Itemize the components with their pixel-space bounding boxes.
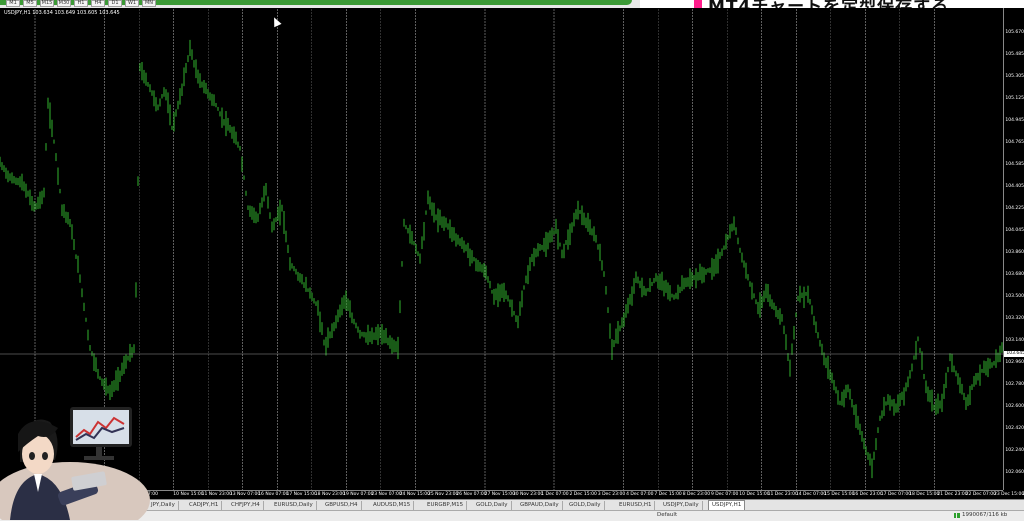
timeframe-button-w1[interactable]: W1 bbox=[125, 0, 139, 7]
chart-tab[interactable]: JPY,Daily bbox=[148, 501, 179, 510]
chart-symbol-info: USDJPY,H1 103.634 103.649 103.605 103.64… bbox=[4, 10, 120, 16]
chart-tab[interactable]: EURGBP,M15 bbox=[424, 501, 468, 510]
chart-tab[interactable]: USDJPY,Daily bbox=[660, 501, 703, 510]
price-tick-label: 103.320 bbox=[1005, 316, 1024, 321]
time-tick-label: 24 Nov 15:00 bbox=[399, 492, 431, 497]
timeframe-button-h4[interactable]: H4 bbox=[91, 0, 105, 7]
time-tick-label: 10 Nov 15:00 bbox=[173, 492, 204, 497]
price-tick-label: 102.420 bbox=[1005, 426, 1024, 431]
timeframe-button-m15[interactable]: M15 bbox=[40, 0, 54, 7]
time-tick-label: 22 Dec 07:00 bbox=[965, 492, 996, 497]
price-tick-label: 104.045 bbox=[1005, 228, 1024, 233]
time-tick-label: 16 Dec 23:00 bbox=[852, 492, 883, 497]
profile-status: Default bbox=[657, 512, 678, 518]
price-tick-label: 103.680 bbox=[1005, 272, 1024, 277]
time-tick-label: 15 Dec 15:00 bbox=[824, 492, 855, 497]
price-scale[interactable]: 105.670 105.485 105.305 105.125 104.945 104.7… bbox=[1003, 8, 1024, 490]
timeframe-button-m1[interactable]: M1 bbox=[6, 0, 20, 7]
price-tick-label: 103.140 bbox=[1005, 338, 1024, 343]
connection-icon bbox=[954, 513, 960, 518]
timeframe-button-h1[interactable]: H1 bbox=[74, 0, 88, 7]
price-tick-label: 102.600 bbox=[1005, 404, 1024, 409]
time-tick-label: 30 Nov 23:00 bbox=[512, 492, 544, 497]
time-tick-label: 1 Dec 07:00 bbox=[541, 492, 569, 497]
price-tick-label: 102.240 bbox=[1005, 448, 1024, 453]
time-tick-label: 19 Nov 07:00 bbox=[343, 492, 374, 497]
price-tick-label: 102.060 bbox=[1005, 470, 1024, 475]
price-tick-label: 105.485 bbox=[1005, 52, 1024, 57]
price-tick-label: 103.500 bbox=[1005, 294, 1024, 299]
time-tick-label: 18 Nov 23:00 bbox=[314, 492, 346, 497]
time-tick-label: 17 Nov 15:00 bbox=[286, 492, 317, 497]
chart-tab[interactable]: EURUSD,H1 bbox=[616, 501, 656, 510]
time-tick-label: 27 Nov 15:00 bbox=[484, 492, 515, 497]
time-tick-label: 11 Nov 23:00 bbox=[201, 492, 232, 497]
time-tick-label: 10 Dec 15:00 bbox=[739, 492, 770, 497]
chart-tab[interactable]: CHFJPY,H4 bbox=[228, 501, 264, 510]
time-tick-label: 16 Nov 07:00 bbox=[258, 492, 289, 497]
price-tick-label: 105.305 bbox=[1005, 74, 1024, 79]
time-tick-label: 7 Dec 15:00 bbox=[654, 492, 682, 497]
time-tick-label: 18 Dec 15:00 bbox=[909, 492, 940, 497]
time-tick-label: 11 Dec 23:00 bbox=[767, 492, 798, 497]
connection-status: 1990067/116 kb bbox=[962, 512, 1008, 518]
time-tick-label: 13 Nov 07:00 bbox=[229, 492, 261, 497]
price-tick-label: 105.670 bbox=[1005, 30, 1024, 35]
time-tick-label: 4 Dec 07:00 bbox=[626, 492, 654, 497]
price-tick-label: 104.765 bbox=[1005, 140, 1024, 145]
timeframe-buttons: M1 M5 M15 M30 H1 H4 D1 W1 MN bbox=[6, 0, 156, 8]
chart-tab[interactable]: CADJPY,H1 bbox=[186, 501, 223, 510]
price-tick-label: 103.860 bbox=[1005, 250, 1024, 255]
chart-tab[interactable]: GBPUSD,H4 bbox=[322, 501, 362, 510]
time-tick-label: 23 Nov 07:00 bbox=[371, 492, 402, 497]
time-tick-label: 23 Dec 15:00 bbox=[994, 492, 1024, 497]
price-tick-label: 104.225 bbox=[1005, 206, 1024, 211]
time-tick-label: 2 Dec 15:00 bbox=[569, 492, 597, 497]
price-tick-label: 102.780 bbox=[1005, 382, 1024, 387]
time-tick-label: 21 Dec 23:00 bbox=[937, 492, 968, 497]
timeframe-button-m30[interactable]: M30 bbox=[57, 0, 71, 7]
time-tick-label: 26 Nov 07:00 bbox=[456, 492, 487, 497]
time-tick-label: 3 Dec 23:00 bbox=[597, 492, 626, 497]
timeframe-button-mn[interactable]: MN bbox=[142, 0, 156, 7]
timeframe-button-d1[interactable]: D1 bbox=[108, 0, 122, 7]
time-tick-label: 17 Dec 07:00 bbox=[880, 492, 912, 497]
presenter-avatar bbox=[0, 407, 150, 520]
chart-tab[interactable]: AUDUSD,M15 bbox=[370, 501, 415, 510]
chart-tab[interactable]: GOLD,Daily bbox=[566, 501, 605, 510]
time-tick-label: 14 Dec 07:00 bbox=[795, 492, 827, 497]
current-price-label: 103.645 bbox=[1004, 351, 1024, 357]
price-tick-label: 105.125 bbox=[1005, 96, 1024, 101]
status-bar: Default 1990067/116 kb bbox=[0, 510, 1024, 521]
chart-tab[interactable]: EURUSD,Daily bbox=[271, 501, 317, 510]
time-tick-label: 25 Nov 23:00 bbox=[428, 492, 459, 497]
price-chart[interactable] bbox=[0, 8, 1003, 490]
timeframe-button-m5[interactable]: M5 bbox=[23, 0, 37, 7]
price-tick-label: 104.585 bbox=[1005, 162, 1024, 167]
price-tick-label: 104.945 bbox=[1005, 118, 1024, 123]
time-tick-label: 9 Dec 07:00 bbox=[711, 492, 739, 497]
price-tick-label: 104.405 bbox=[1005, 184, 1024, 189]
chart-tab[interactable]: GOLD,Daily bbox=[473, 501, 512, 510]
time-tick-label: 8 Dec 23:00 bbox=[682, 492, 711, 497]
price-tick-label: 102.960 bbox=[1005, 360, 1024, 365]
chart-tab[interactable]: GBPAUD,Daily bbox=[517, 501, 563, 510]
